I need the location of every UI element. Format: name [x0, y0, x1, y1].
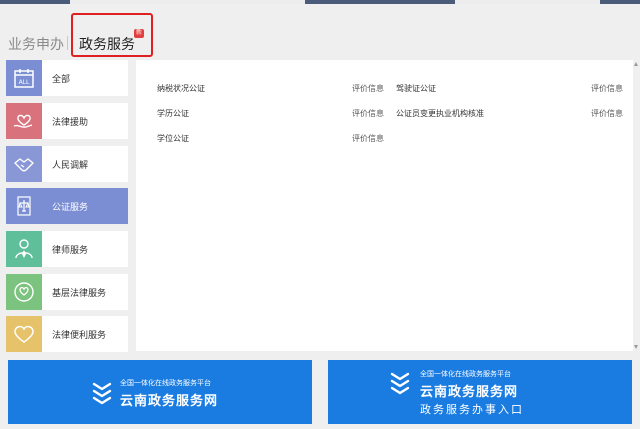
sidebar-item-grassroots[interactable]: 基层法律服务 [6, 274, 128, 310]
sidebar-item-label: 法律便利服务 [52, 329, 107, 340]
service-name[interactable]: 纳税状况公证 [157, 83, 205, 94]
service-list-panel: 纳税状况公证 评价信息 驾驶证公证 评价信息 学历公证 评价信息 公证员变更执业… [136, 60, 633, 351]
rating-link[interactable]: 评价信息 [591, 108, 623, 119]
scrollbar[interactable] [633, 60, 640, 351]
heart-hand-icon [6, 103, 42, 139]
lawyer-icon [6, 231, 42, 267]
tab-government-service[interactable]: 政务服务 [79, 34, 135, 54]
sidebar-item-label: 全部 [52, 73, 71, 84]
sidebar-item-legal-aid[interactable]: 法律援助 [6, 103, 128, 139]
sidebar-item-convenience[interactable]: 法律便利服务 [6, 316, 128, 352]
sidebar-item-label: 公证服务 [52, 201, 89, 212]
tab-divider [67, 36, 68, 50]
banner-service-entry[interactable]: 全国一体化在线政务服务平台 云南政务服务网 政务服务办事入口 [328, 360, 632, 424]
tab-business-apply[interactable]: 业务申办 [8, 34, 64, 54]
service-name[interactable]: 学位公证 [157, 133, 189, 144]
heart-outline-icon [6, 316, 42, 352]
sidebar-item-mediation[interactable]: 人民调解 [6, 146, 128, 182]
service-name[interactable]: 学历公证 [157, 108, 189, 119]
banner-kicker: 全国一体化在线政务服务平台 [420, 371, 511, 378]
sidebar-item-lawyer[interactable]: 律师服务 [6, 231, 128, 267]
tab-bar: 业务申办 政务服务 新 [0, 13, 640, 62]
banner-title: 云南政务服务网 [120, 393, 219, 408]
banner-title: 云南政务服务网 [420, 384, 519, 399]
new-badge: 新 [134, 29, 144, 38]
heart-circle-icon [6, 274, 42, 310]
sidebar-item-label: 人民调解 [52, 159, 89, 170]
rating-link[interactable]: 评价信息 [591, 83, 623, 94]
service-name[interactable]: 驾驶证公证 [396, 83, 436, 94]
banner-kicker: 全国一体化在线政务服务平台 [120, 380, 211, 387]
banner-yunnan-portal[interactable]: 全国一体化在线政务服务平台 云南政务服务网 [8, 360, 312, 424]
svg-text:ALL: ALL [19, 79, 30, 86]
portal-logo-icon [390, 372, 410, 395]
top-strip [0, 0, 640, 4]
sidebar-item-label: 基层法律服务 [52, 287, 107, 298]
sidebar-item-all[interactable]: ALL 全部 [6, 60, 128, 96]
scroll-up-arrow-icon[interactable] [634, 62, 638, 66]
banner-subtitle: 政务服务办事入口 [420, 404, 524, 416]
rating-link[interactable]: 评价信息 [352, 83, 384, 94]
sidebar-item-label: 法律援助 [52, 116, 89, 127]
sidebar-item-label: 律师服务 [52, 244, 89, 255]
scales-icon [6, 188, 42, 224]
portal-logo-icon [92, 382, 112, 405]
handshake-icon [6, 146, 42, 182]
rating-link[interactable]: 评价信息 [352, 108, 384, 119]
rating-link[interactable]: 评价信息 [352, 133, 384, 144]
sidebar-item-notary[interactable]: 公证服务 [6, 188, 128, 224]
scroll-down-arrow-icon[interactable] [634, 345, 638, 349]
service-name[interactable]: 公证员变更执业机构核准 [396, 108, 484, 119]
calendar-all-icon: ALL [6, 60, 42, 96]
